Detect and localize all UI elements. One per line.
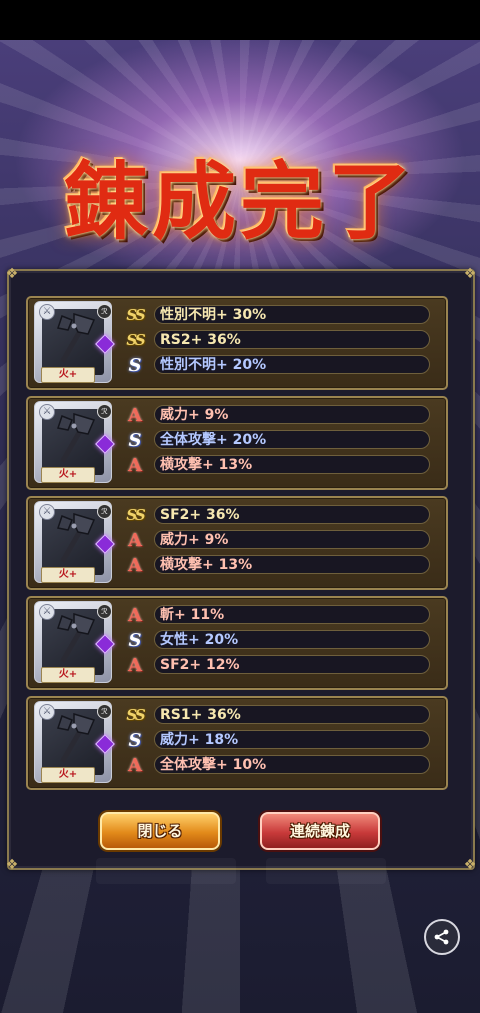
close-button[interactable]: 閉じる	[100, 812, 220, 850]
skill-text: 斬+ 11%	[154, 605, 430, 624]
rank-s-icon: S	[128, 730, 142, 751]
skill-text: RS1+ 36%	[154, 705, 430, 724]
weapon-card: ⚔ ℛ 火+	[34, 601, 115, 683]
rank-s-icon: S	[128, 630, 142, 651]
sword-type-icon: ⚔	[39, 604, 55, 620]
skill-line: A 全体攻撃+ 10%	[122, 755, 432, 776]
skill-text: 性別不明+ 20%	[154, 355, 430, 374]
skill-text: 威力+ 18%	[154, 730, 430, 749]
rank-a-icon: A	[128, 655, 142, 676]
share-button[interactable]	[424, 919, 460, 955]
skill-line: S 性別不明+ 20%	[122, 355, 432, 376]
weapon-card: ⚔ ℛ 火+	[34, 401, 115, 483]
rank-ss-icon: SS	[126, 706, 145, 724]
skill-line: S 全体攻撃+ 20%	[122, 430, 432, 451]
result-row: ⚔ ℛ 火+ A 斬+ 11% S 女性+ 20% A SF2+ 12%	[26, 596, 448, 690]
rank-a-icon: A	[128, 405, 142, 426]
axe-icon	[57, 612, 96, 663]
skill-text: 威力+ 9%	[154, 405, 430, 424]
weapon-card: ⚔ ℛ 火+	[34, 501, 115, 583]
rank-ss-icon: SS	[126, 306, 145, 324]
skill-line: SS SF2+ 36%	[122, 505, 432, 526]
rank-s-icon: S	[128, 430, 142, 451]
result-row: ⚔ ℛ 火+ A 威力+ 9% S 全体攻撃+ 20% A 横攻撃+ 13%	[26, 396, 448, 490]
skill-line: S 威力+ 18%	[122, 730, 432, 751]
rank-a-icon: A	[128, 555, 142, 576]
underlay-shadow	[266, 858, 386, 884]
element-badge: 火+	[41, 667, 95, 683]
skill-text: 全体攻撃+ 20%	[154, 430, 430, 449]
element-badge: 火+	[41, 467, 95, 483]
sword-type-icon: ⚔	[39, 404, 55, 420]
rank-s-icon: S	[128, 355, 142, 376]
corner-ornament-icon: ❖	[5, 857, 19, 873]
skill-text: RS2+ 36%	[154, 330, 430, 349]
skill-text: 性別不明+ 30%	[154, 305, 430, 324]
weapon-card: ⚔ ℛ 火+	[34, 701, 115, 783]
rank-a-icon: A	[128, 455, 142, 476]
skill-line: A SF2+ 12%	[122, 655, 432, 676]
result-row: ⚔ ℛ 火+ SS 性別不明+ 30% SS RS2+ 36% S 性別不明+ …	[26, 296, 448, 390]
slot-icon: ℛ	[97, 304, 112, 319]
skill-text: 威力+ 9%	[154, 530, 430, 549]
rank-ss-icon: SS	[126, 506, 145, 524]
rank-ss-icon: SS	[126, 331, 145, 349]
share-icon	[434, 929, 449, 945]
axe-icon	[57, 512, 96, 563]
slot-icon: ℛ	[97, 704, 112, 719]
status-bar	[0, 0, 480, 40]
result-title: 錬成完了	[63, 152, 416, 251]
skill-line: SS RS1+ 36%	[122, 705, 432, 726]
sword-type-icon: ⚔	[39, 304, 55, 320]
axe-icon	[57, 312, 96, 363]
element-badge: 火+	[41, 767, 95, 783]
corner-ornament-icon: ❖	[463, 857, 477, 873]
weapon-card: ⚔ ℛ 火+	[34, 301, 115, 383]
skill-line: SS RS2+ 36%	[122, 330, 432, 351]
slot-icon: ℛ	[97, 404, 112, 419]
rank-a-icon: A	[128, 605, 142, 626]
sword-type-icon: ⚔	[39, 504, 55, 520]
underlay-shadow	[96, 858, 236, 884]
skill-line: A 横攻撃+ 13%	[122, 555, 432, 576]
skill-line: S 女性+ 20%	[122, 630, 432, 651]
axe-icon	[57, 712, 96, 763]
corner-ornament-icon: ❖	[5, 266, 19, 282]
skill-text: 全体攻撃+ 10%	[154, 755, 430, 774]
skill-line: A 威力+ 9%	[122, 530, 432, 551]
result-row: ⚔ ℛ 火+ SS SF2+ 36% A 威力+ 9% A 横攻撃+ 13%	[26, 496, 448, 590]
result-row: ⚔ ℛ 火+ SS RS1+ 36% S 威力+ 18% A 全体攻撃+ 10%	[26, 696, 448, 790]
rank-a-icon: A	[128, 530, 142, 551]
skill-text: 横攻撃+ 13%	[154, 555, 430, 574]
skill-line: A 威力+ 9%	[122, 405, 432, 426]
sword-type-icon: ⚔	[39, 704, 55, 720]
slot-icon: ℛ	[97, 604, 112, 619]
skill-line: A 斬+ 11%	[122, 605, 432, 626]
skill-text: SF2+ 12%	[154, 655, 430, 674]
axe-icon	[57, 412, 96, 463]
element-badge: 火+	[41, 567, 95, 583]
continue-refine-button[interactable]: 連続錬成	[260, 812, 380, 850]
skill-text: SF2+ 36%	[154, 505, 430, 524]
slot-icon: ℛ	[97, 504, 112, 519]
skill-line: SS 性別不明+ 30%	[122, 305, 432, 326]
skill-text: 女性+ 20%	[154, 630, 430, 649]
element-badge: 火+	[41, 367, 95, 383]
skill-line: A 横攻撃+ 13%	[122, 455, 432, 476]
corner-ornament-icon: ❖	[463, 266, 477, 282]
rank-a-icon: A	[128, 755, 142, 776]
skill-text: 横攻撃+ 13%	[154, 455, 430, 474]
